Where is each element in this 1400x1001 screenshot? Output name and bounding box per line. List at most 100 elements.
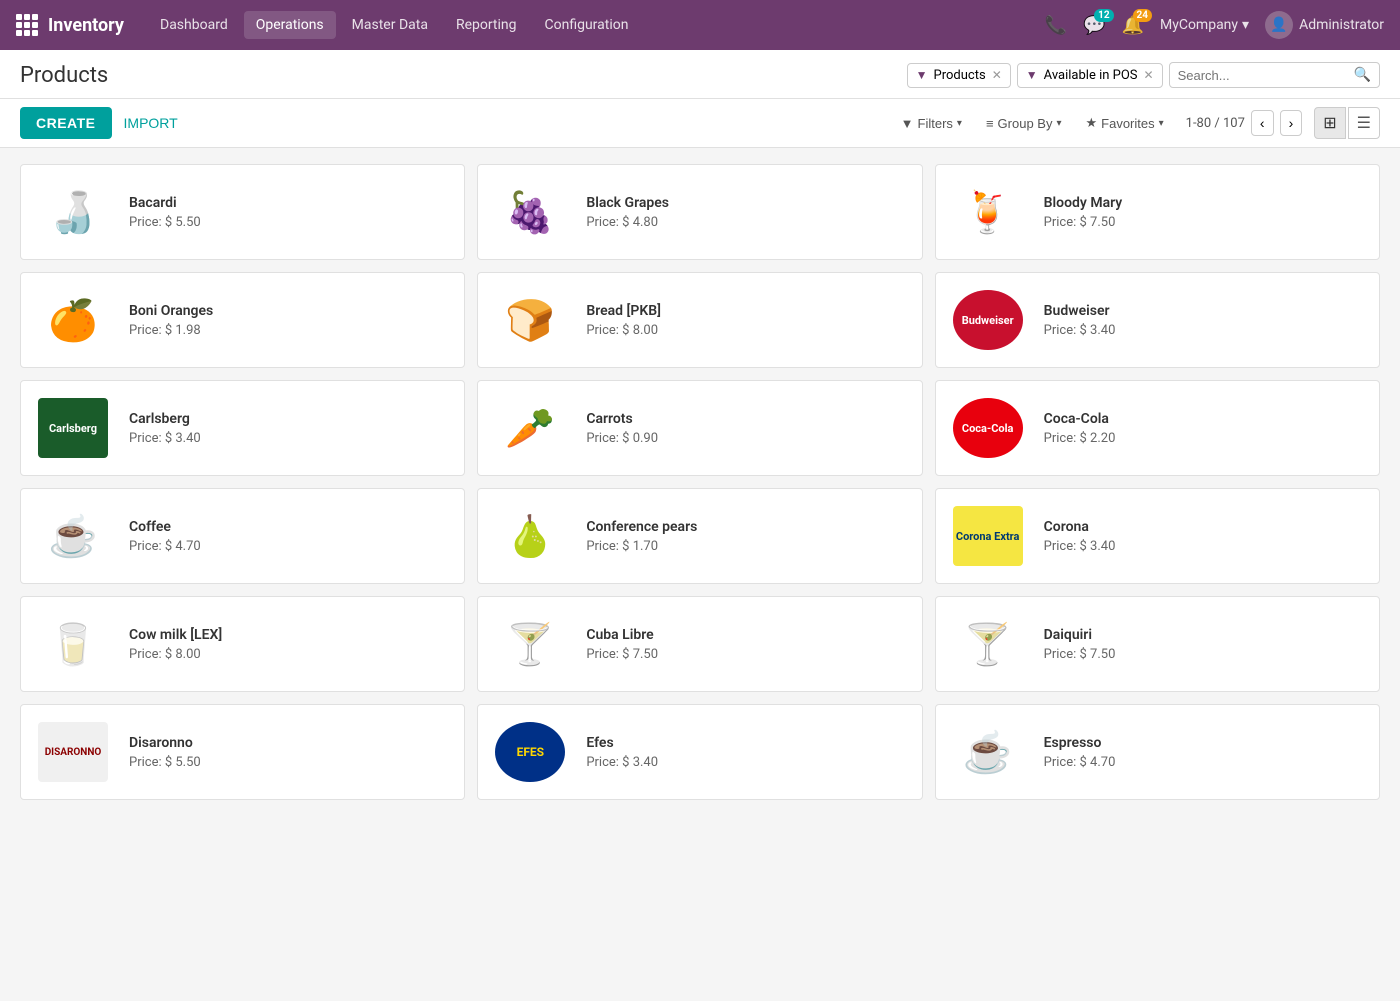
product-name: Efes xyxy=(586,735,909,751)
product-price: Price: $ 4.70 xyxy=(129,539,452,554)
product-name: Cuba Libre xyxy=(586,627,909,643)
product-card[interactable]: 🍹 Bloody Mary Price: $ 7.50 xyxy=(935,164,1380,260)
product-card[interactable]: ☕ Espresso Price: $ 4.70 xyxy=(935,704,1380,800)
product-info: Coca-Cola Price: $ 2.20 xyxy=(1044,411,1367,446)
product-price: Price: $ 7.50 xyxy=(1044,215,1367,230)
product-image: 🍸 xyxy=(948,609,1028,679)
filter-tag-pos-label: Available in POS xyxy=(1044,68,1138,83)
favorites-label: Favorites xyxy=(1101,116,1154,131)
product-card[interactable]: 🍊 Boni Oranges Price: $ 1.98 xyxy=(20,272,465,368)
product-card[interactable]: DISARONNO Disaronno Price: $ 5.50 xyxy=(20,704,465,800)
import-button[interactable]: IMPORT xyxy=(124,115,178,131)
product-price: Price: $ 8.00 xyxy=(586,323,909,338)
filter-icon: ▼ xyxy=(901,116,914,131)
product-card[interactable]: ☕ Coffee Price: $ 4.70 xyxy=(20,488,465,584)
product-info: Carlsberg Price: $ 3.40 xyxy=(129,411,452,446)
favorites-arrow: ▾ xyxy=(1159,118,1164,129)
view-toggle: ⊞ ☰ xyxy=(1314,107,1380,139)
toolbar: CREATE IMPORT ▼ Filters ▾ ≡ Group By ▾ ★… xyxy=(0,99,1400,148)
page-title-row: Products ▼ Products ✕ ▼ Available in POS… xyxy=(20,62,1380,88)
notification-icon[interactable]: 🔔 24 xyxy=(1122,15,1144,36)
star-icon: ★ xyxy=(1086,115,1098,131)
product-info: Black Grapes Price: $ 4.80 xyxy=(586,195,909,230)
product-name: Bacardi xyxy=(129,195,452,211)
product-name: Carrots xyxy=(586,411,909,427)
search-box[interactable]: 🔍 xyxy=(1169,62,1380,88)
create-button[interactable]: CREATE xyxy=(20,107,112,139)
nav-operations[interactable]: Operations xyxy=(244,11,336,39)
product-price: Price: $ 3.40 xyxy=(129,431,452,446)
company-selector[interactable]: MyCompany ▾ xyxy=(1160,17,1249,33)
product-info: Budweiser Price: $ 3.40 xyxy=(1044,303,1367,338)
product-price: Price: $ 5.50 xyxy=(129,755,452,770)
product-card[interactable]: 🥛 Cow milk [LEX] Price: $ 8.00 xyxy=(20,596,465,692)
product-image: EFES xyxy=(490,717,570,787)
groupby-label: Group By xyxy=(998,116,1053,131)
product-price: Price: $ 3.40 xyxy=(1044,323,1367,338)
product-card[interactable]: Coca-Cola Coca-Cola Price: $ 2.20 xyxy=(935,380,1380,476)
phone-icon[interactable]: 📞 xyxy=(1045,15,1067,36)
groupby-button[interactable]: ≡ Group By ▾ xyxy=(976,112,1072,135)
nav-dashboard[interactable]: Dashboard xyxy=(148,11,240,39)
product-price: Price: $ 8.00 xyxy=(129,647,452,662)
product-card[interactable]: Carlsberg Carlsberg Price: $ 3.40 xyxy=(20,380,465,476)
product-card[interactable]: 🍸 Cuba Libre Price: $ 7.50 xyxy=(477,596,922,692)
product-image: Budweiser xyxy=(948,285,1028,355)
page-header: Products ▼ Products ✕ ▼ Available in POS… xyxy=(0,50,1400,99)
product-card[interactable]: 🍇 Black Grapes Price: $ 4.80 xyxy=(477,164,922,260)
chat-icon[interactable]: 💬 12 xyxy=(1083,15,1105,36)
search-icon: 🔍 xyxy=(1354,67,1371,83)
product-info: Boni Oranges Price: $ 1.98 xyxy=(129,303,452,338)
admin-avatar: 👤 xyxy=(1265,11,1293,39)
product-price: Price: $ 7.50 xyxy=(586,647,909,662)
filter-tag-pos[interactable]: ▼ Available in POS ✕ xyxy=(1017,63,1163,88)
list-view-button[interactable]: ☰ xyxy=(1348,107,1380,139)
pagination: 1-80 / 107 ‹ › xyxy=(1186,110,1303,136)
product-price: Price: $ 4.70 xyxy=(1044,755,1367,770)
filter-tag-products[interactable]: ▼ Products ✕ xyxy=(907,63,1011,88)
product-price: Price: $ 3.40 xyxy=(586,755,909,770)
admin-menu[interactable]: 👤 Administrator xyxy=(1265,11,1384,39)
nav-reporting[interactable]: Reporting xyxy=(444,11,529,39)
product-name: Daiquiri xyxy=(1044,627,1367,643)
favorites-button[interactable]: ★ Favorites ▾ xyxy=(1076,111,1174,135)
prev-page-button[interactable]: ‹ xyxy=(1251,110,1274,136)
products-grid: 🍶 Bacardi Price: $ 5.50 🍇 Black Grapes P… xyxy=(0,148,1400,816)
grid-view-button[interactable]: ⊞ xyxy=(1314,107,1345,139)
filters-button[interactable]: ▼ Filters ▾ xyxy=(891,112,972,135)
product-price: Price: $ 7.50 xyxy=(1044,647,1367,662)
product-price: Price: $ 0.90 xyxy=(586,431,909,446)
filters-label: Filters xyxy=(918,116,953,131)
nav-configuration[interactable]: Configuration xyxy=(533,11,641,39)
page-title: Products xyxy=(20,63,108,88)
funnel-icon: ▼ xyxy=(916,68,928,82)
product-price: Price: $ 1.70 xyxy=(586,539,909,554)
product-card[interactable]: Corona Extra Corona Price: $ 3.40 xyxy=(935,488,1380,584)
grid-icon xyxy=(16,14,38,36)
product-info: Bread [PKB] Price: $ 8.00 xyxy=(586,303,909,338)
app-logo[interactable]: Inventory xyxy=(16,14,124,36)
product-name: Bread [PKB] xyxy=(586,303,909,319)
product-card[interactable]: 🍸 Daiquiri Price: $ 7.50 xyxy=(935,596,1380,692)
product-info: Disaronno Price: $ 5.50 xyxy=(129,735,452,770)
nav-right: 📞 💬 12 🔔 24 MyCompany ▾ 👤 Administrator xyxy=(1045,11,1384,39)
product-card[interactable]: 🥕 Carrots Price: $ 0.90 xyxy=(477,380,922,476)
product-card[interactable]: 🍶 Bacardi Price: $ 5.50 xyxy=(20,164,465,260)
search-input[interactable] xyxy=(1178,68,1354,83)
product-card[interactable]: Budweiser Budweiser Price: $ 3.40 xyxy=(935,272,1380,368)
product-card[interactable]: EFES Efes Price: $ 3.40 xyxy=(477,704,922,800)
product-image: 🍞 xyxy=(490,285,570,355)
chevron-down-icon: ▾ xyxy=(1242,17,1249,33)
next-page-button[interactable]: › xyxy=(1280,110,1303,136)
product-price: Price: $ 4.80 xyxy=(586,215,909,230)
product-card[interactable]: 🍐 Conference pears Price: $ 1.70 xyxy=(477,488,922,584)
filter-tag-products-label: Products xyxy=(934,68,986,83)
filter-tag-products-close[interactable]: ✕ xyxy=(992,68,1002,82)
nav-master-data[interactable]: Master Data xyxy=(340,11,440,39)
filter-tag-pos-close[interactable]: ✕ xyxy=(1144,68,1154,82)
product-card[interactable]: 🍞 Bread [PKB] Price: $ 8.00 xyxy=(477,272,922,368)
product-image: 🥕 xyxy=(490,393,570,463)
product-image: DISARONNO xyxy=(33,717,113,787)
filter-controls: ▼ Filters ▾ ≡ Group By ▾ ★ Favorites ▾ xyxy=(891,111,1174,135)
product-name: Espresso xyxy=(1044,735,1367,751)
